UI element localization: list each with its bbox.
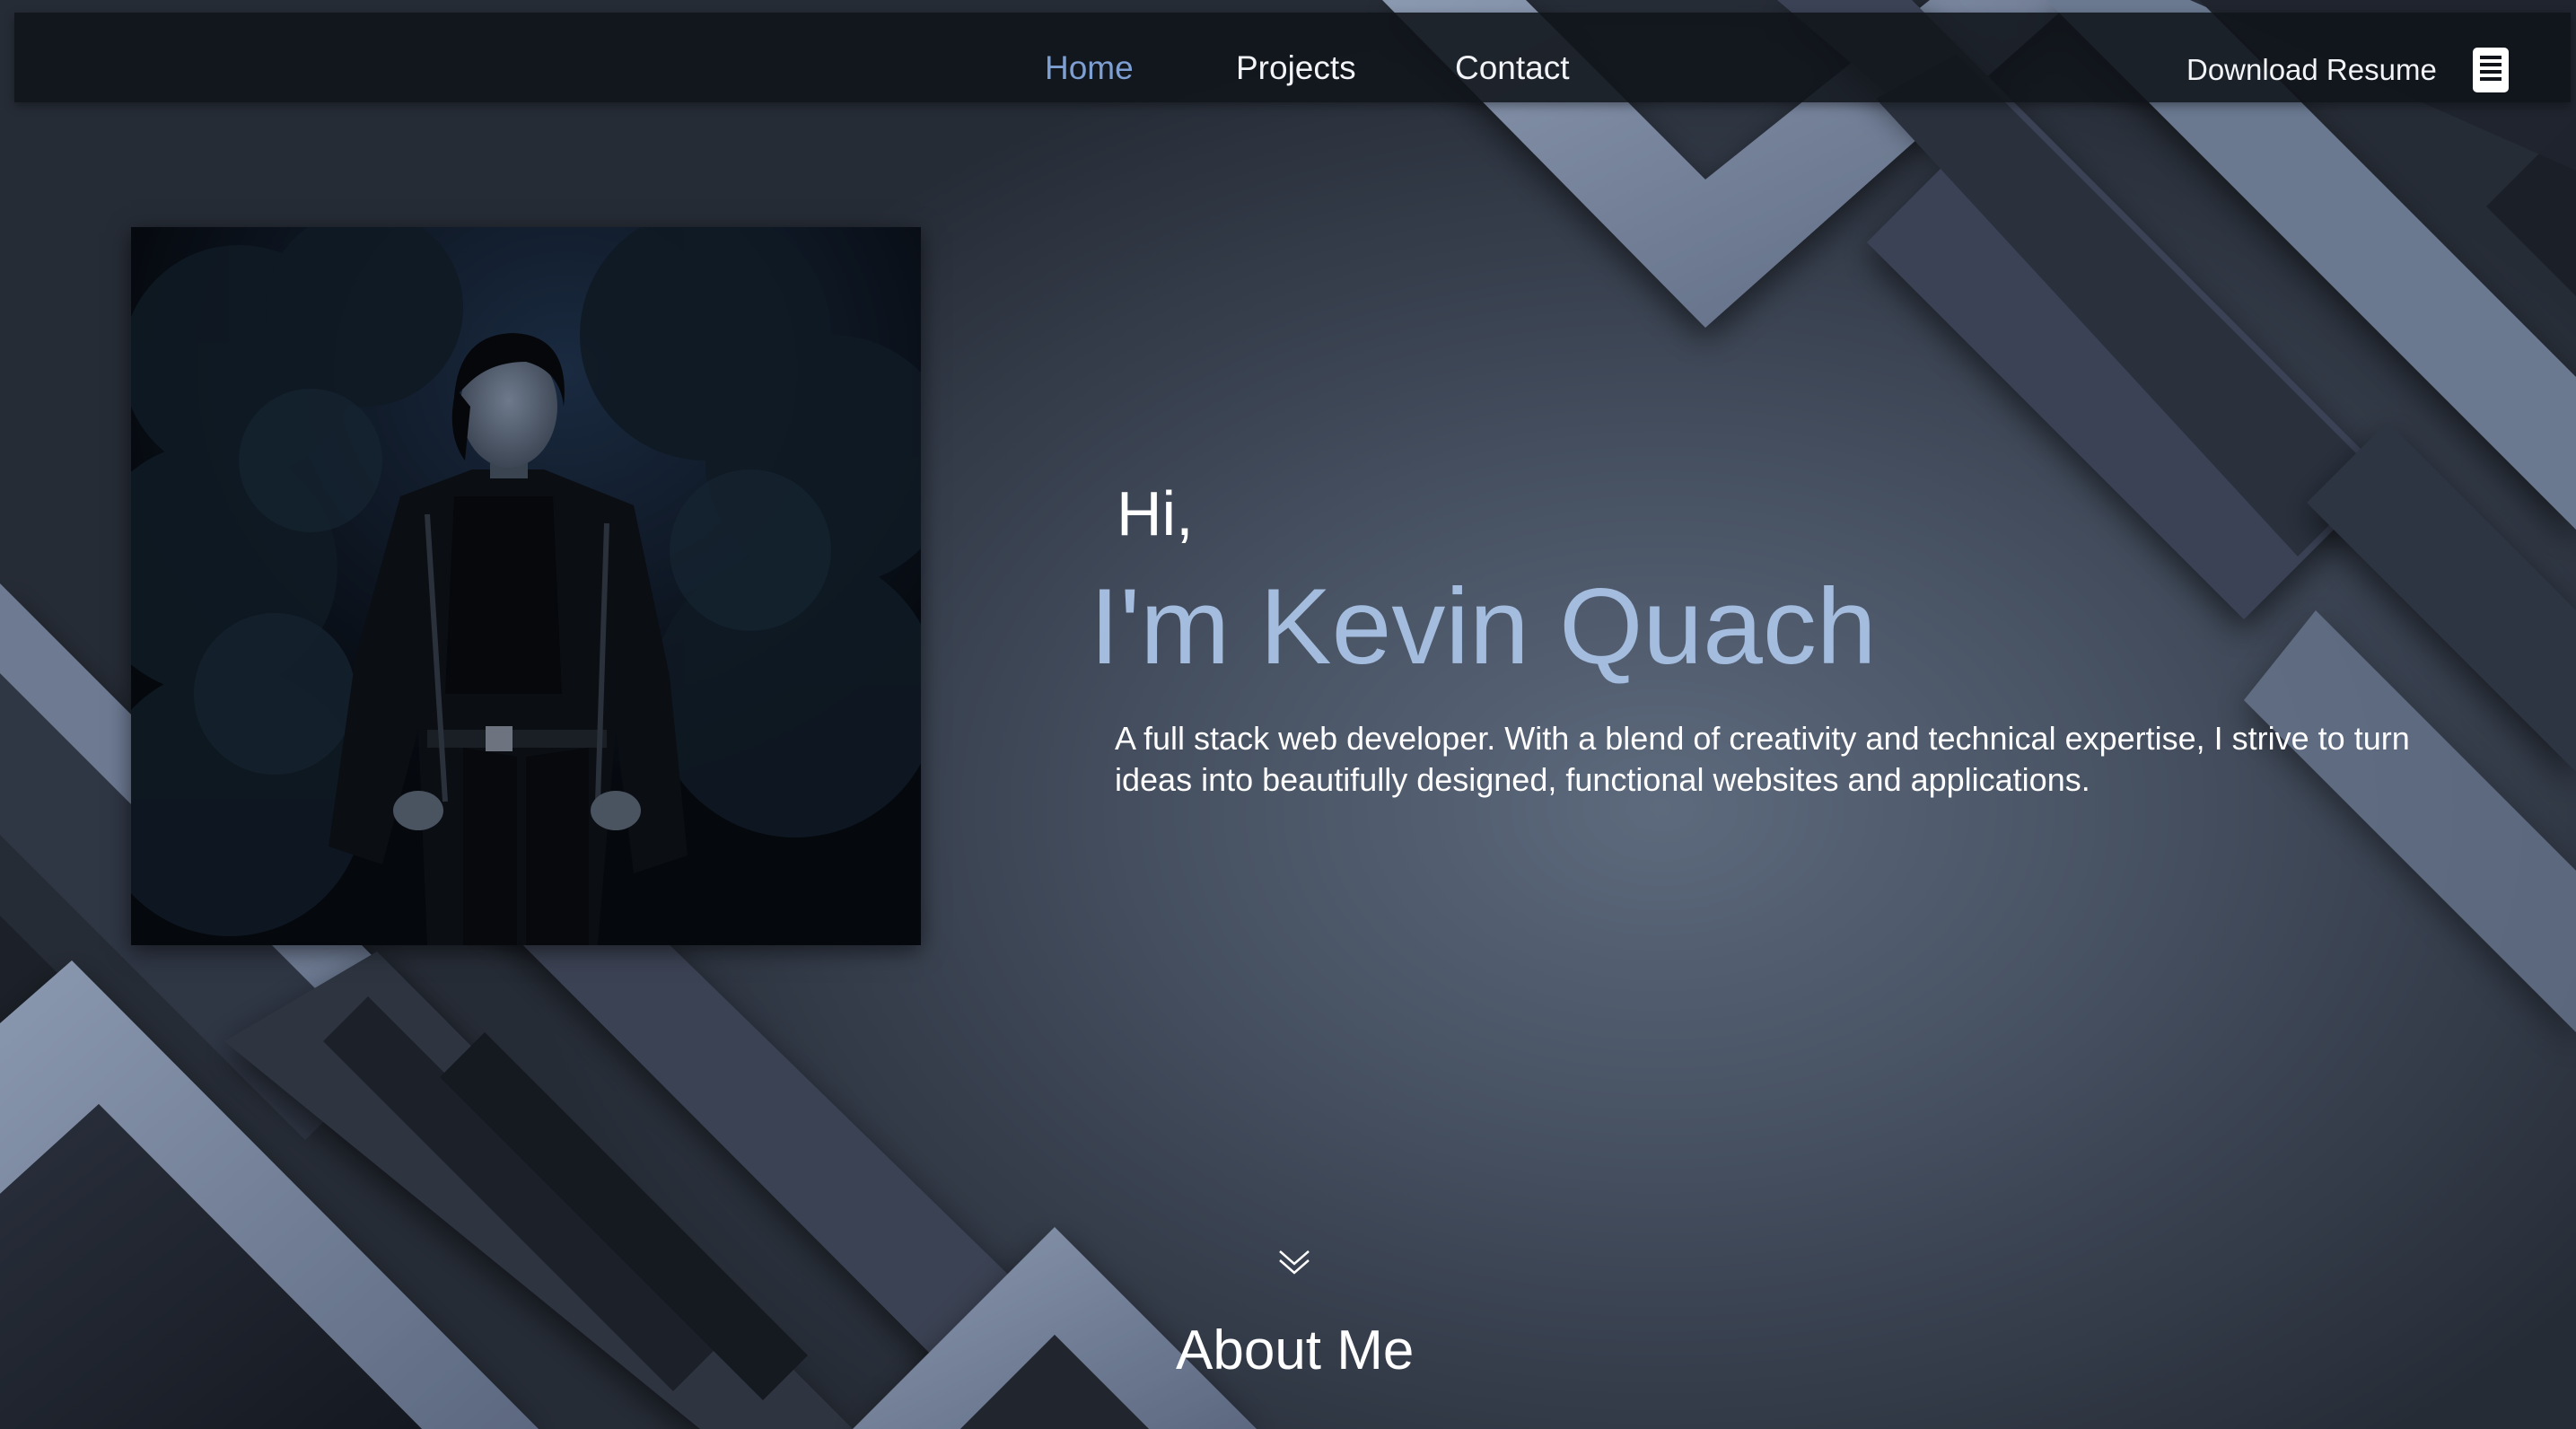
profile-photo — [131, 227, 921, 945]
document-icon — [2472, 48, 2509, 92]
download-resume-button[interactable]: Download Resume — [2186, 47, 2509, 93]
nav-link-projects[interactable]: Projects — [1236, 48, 1356, 88]
about-me-heading: About Me — [1176, 1319, 1415, 1381]
nav-link-contact[interactable]: Contact — [1455, 48, 1570, 88]
hero-greeting: Hi, — [1117, 478, 1194, 548]
hero-name: I'm Kevin Quach — [1090, 566, 1877, 687]
nav-link-home[interactable]: Home — [1045, 48, 1134, 88]
top-navbar: Home Projects Contact Download Resume — [14, 13, 2571, 102]
profile-photo-illustration — [131, 227, 921, 945]
hero-description: A full stack web developer. With a blend… — [1115, 720, 2410, 798]
page-root: Home Projects Contact Download Resume Hi… — [0, 0, 2576, 1429]
chevron-double-down-icon[interactable] — [1276, 1246, 1312, 1278]
download-resume-label: Download Resume — [2186, 53, 2437, 86]
